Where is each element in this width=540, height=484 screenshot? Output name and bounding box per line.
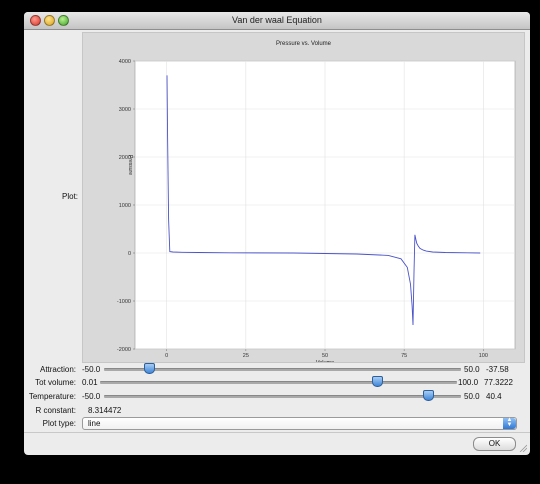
attraction-slider-track [104, 368, 461, 371]
plot-type-label: Plot type: [42, 419, 76, 428]
x-tick-label: 100 [479, 353, 488, 359]
attraction-value: -37.58 [486, 365, 509, 374]
resize-grip-icon[interactable] [519, 444, 527, 452]
y-tick-label: 4000 [119, 59, 131, 65]
y-tick-label: -1000 [117, 299, 131, 305]
tot-volume-min: 0.01 [82, 378, 98, 387]
plot-panel: Pressure vs. Volume 0 25 50 75 100 -2000 -1000… [82, 32, 525, 363]
y-tick-label: 3000 [119, 107, 131, 113]
tot-volume-max: 100.0 [458, 378, 479, 387]
attraction-slider[interactable] [104, 363, 461, 375]
tot-volume-slider-thumb[interactable] [371, 376, 383, 387]
temperature-slider-thumb[interactable] [422, 390, 434, 401]
temperature-slider-track [104, 395, 461, 398]
attraction-label: Attraction: [39, 365, 76, 374]
x-tick-label: 50 [322, 353, 328, 359]
temperature-label: Temperature: [28, 392, 76, 401]
r-constant-label: R constant: [35, 406, 76, 415]
tot-volume-value: 77.3222 [484, 378, 513, 387]
ok-button[interactable]: OK [473, 437, 516, 451]
app-window: Van der waal Equation Plot: Pressure vs.… [24, 12, 530, 455]
y-tick-label: -2000 [117, 347, 131, 353]
plot-type-select[interactable]: line ▲ ▼ [82, 417, 517, 430]
temperature-max: 50.0 [464, 392, 480, 401]
x-axis-label: Volume [316, 360, 334, 362]
tot-volume-slider-track [100, 381, 457, 384]
temperature-slider[interactable] [104, 390, 461, 402]
x-tick-label: 75 [401, 353, 407, 359]
temperature-value: 40.4 [486, 392, 502, 401]
x-tick-label: 25 [243, 353, 249, 359]
plot-type-selected-value: line [88, 419, 101, 428]
window-title: Van der waal Equation [232, 15, 322, 25]
y-tick-label: 0 [128, 251, 131, 257]
title-bar[interactable]: Van der waal Equation [24, 12, 530, 30]
chevron-updown-icon: ▲ ▼ [503, 417, 516, 429]
attraction-min: -50.0 [82, 365, 101, 374]
y-axis-label: Pressure [127, 155, 133, 175]
pressure-volume-chart: 0255075100-2000-100001000200030004000Vol… [117, 59, 516, 362]
plot-label: Plot: [62, 192, 79, 201]
r-constant-value: 8.314472 [88, 406, 122, 415]
attraction-max: 50.0 [464, 365, 480, 374]
x-tick-label: 0 [165, 353, 168, 359]
attraction-slider-thumb[interactable] [144, 363, 156, 374]
bottom-separator [24, 432, 530, 433]
temperature-min: -50.0 [82, 392, 101, 401]
tot-volume-label: Tot volume: [35, 378, 76, 387]
tot-volume-slider[interactable] [100, 376, 457, 388]
y-tick-label: 1000 [119, 203, 131, 209]
